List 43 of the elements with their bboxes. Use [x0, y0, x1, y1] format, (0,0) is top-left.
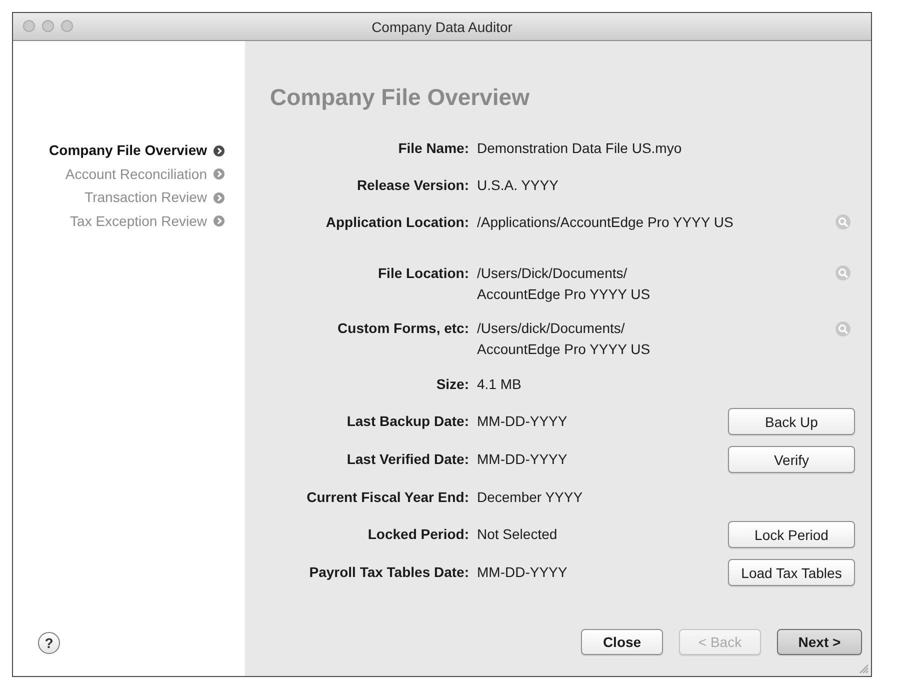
- magnifier-icon[interactable]: [835, 265, 851, 281]
- field-label: File Location:: [377, 264, 469, 282]
- window-title: Company Data Auditor: [372, 18, 512, 34]
- field-value: Demonstration Data File US.myo: [477, 138, 683, 158]
- field-value: MM-DD-YYYY: [477, 562, 568, 582]
- help-button[interactable]: ?: [38, 632, 60, 654]
- footer-button[interactable]: Next >: [777, 629, 862, 655]
- magnifier-icon[interactable]: [835, 320, 851, 336]
- resize-grip-icon[interactable]: [859, 664, 869, 674]
- field-label: Release Version:: [356, 176, 469, 194]
- field-value: MM-DD-YYYY: [477, 412, 568, 430]
- field-label: Last Verified Date:: [346, 450, 469, 468]
- arrow-circle-icon: [213, 144, 225, 157]
- arrow-circle-icon: [213, 215, 225, 228]
- arrow-circle-icon: [213, 168, 225, 180]
- action-button[interactable]: Back Up: [728, 408, 855, 435]
- field-label: Payroll Tax Tables Date:: [308, 562, 469, 582]
- action-button[interactable]: Load Tax Tables: [728, 559, 855, 586]
- field-label: Size:: [435, 374, 469, 394]
- page-heading: Company File Overview: [270, 83, 530, 111]
- action-button[interactable]: Verify: [728, 446, 855, 473]
- field-value: /Applications/AccountEdge Pro YYYY US: [477, 212, 734, 232]
- field-value: Not Selected: [477, 524, 558, 544]
- sidebar-item[interactable]: Company File Overview: [49, 139, 225, 162]
- field-value: /Users/Dick/Documents/ AccountEdge Pro YYYY US: [477, 264, 652, 304]
- action-button[interactable]: Lock Period: [728, 521, 855, 548]
- field-value: U.S.A. YYYY: [477, 176, 560, 194]
- field-label: Current Fiscal Year End:: [306, 488, 469, 506]
- footer-button[interactable]: Close: [581, 629, 663, 655]
- field-label: Locked Period:: [366, 524, 469, 544]
- magnifier-icon[interactable]: [835, 214, 851, 230]
- field-label: Last Backup Date:: [346, 412, 469, 431]
- field-value: MM-DD-YYYY: [477, 450, 568, 468]
- zoom-window-icon[interactable]: [61, 20, 73, 32]
- close-window-icon[interactable]: [23, 20, 35, 32]
- field-value: December YYYY: [477, 488, 584, 506]
- field-value: 4.1 MB: [477, 374, 522, 394]
- field-value: /Users/dick/Documents/ AccountEdge Pro YYYY US: [477, 319, 652, 359]
- field-label: Application Location:: [324, 212, 469, 232]
- minimize-window-icon[interactable]: [42, 20, 54, 32]
- field-label: Custom Forms, etc:: [336, 319, 469, 338]
- field-label: File Name:: [397, 138, 469, 158]
- arrow-circle-icon: [213, 192, 225, 204]
